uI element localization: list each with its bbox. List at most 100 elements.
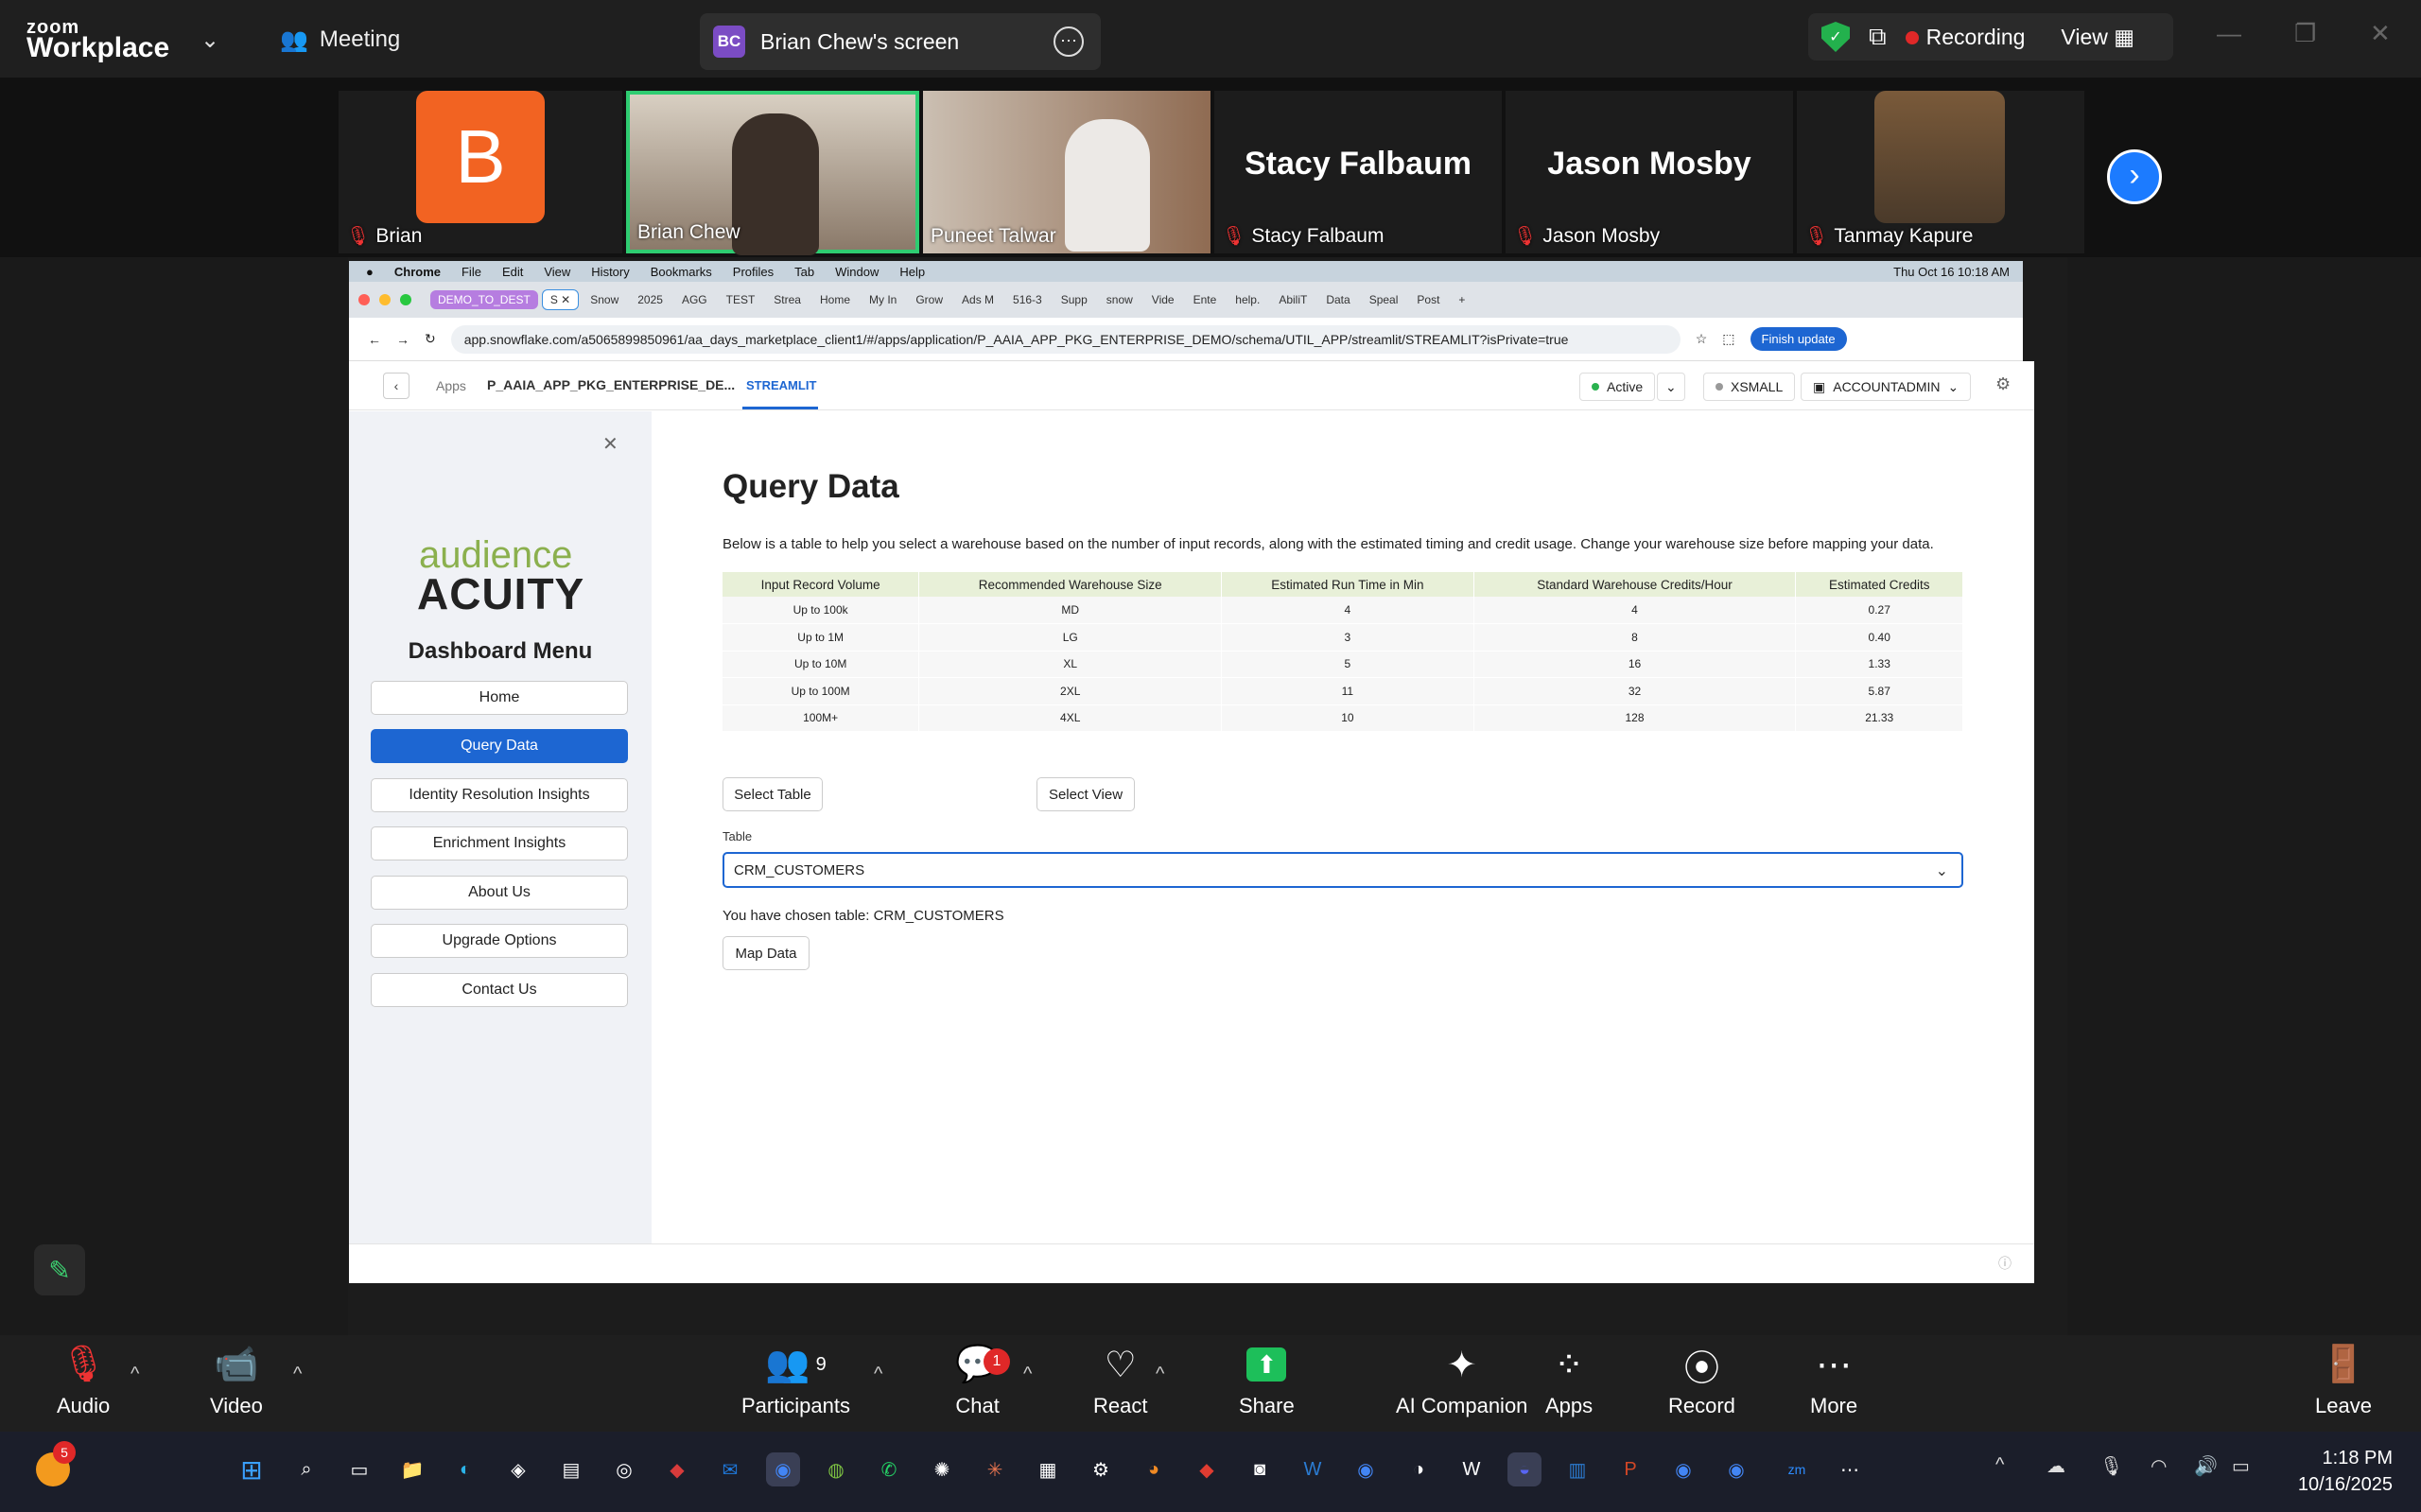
- share-button[interactable]: ⬆ Share: [1239, 1343, 1295, 1418]
- back-button[interactable]: ‹: [383, 373, 409, 399]
- close-sidebar-icon[interactable]: ✕: [602, 432, 618, 456]
- browser-tab[interactable]: Strea: [766, 290, 809, 309]
- word-icon[interactable]: W: [1296, 1452, 1330, 1486]
- menu-help[interactable]: Help: [899, 265, 925, 279]
- chrome-icon[interactable]: ◉: [1666, 1452, 1700, 1486]
- back-arrow-icon[interactable]: ←: [368, 332, 381, 347]
- menu-profiles[interactable]: Profiles: [733, 265, 774, 279]
- participant-tile[interactable]: B 🎙 Brian: [339, 91, 622, 253]
- bookmark-star-icon[interactable]: ☆: [1696, 331, 1708, 347]
- chat-caret-icon[interactable]: ^: [1023, 1364, 1032, 1385]
- browser-tab[interactable]: AGG: [674, 290, 715, 309]
- audio-button[interactable]: 🎙 Audio: [57, 1343, 110, 1418]
- browser-tab[interactable]: Post: [1409, 290, 1447, 309]
- outlook-icon[interactable]: ✉: [713, 1452, 747, 1486]
- discord-icon[interactable]: ◒: [1507, 1452, 1541, 1486]
- store-icon[interactable]: ▤: [554, 1452, 588, 1486]
- participants-caret-icon[interactable]: ^: [874, 1364, 882, 1385]
- react-button[interactable]: ♡ React: [1093, 1343, 1147, 1418]
- app-icon[interactable]: ◆: [1190, 1452, 1224, 1486]
- minimize-window-dot[interactable]: [379, 294, 391, 305]
- browser-tab[interactable]: Vide: [1144, 290, 1182, 309]
- powerpoint-icon[interactable]: P: [1613, 1452, 1647, 1486]
- menu-file[interactable]: File: [462, 265, 481, 279]
- whatsapp-icon[interactable]: ✆: [872, 1452, 906, 1486]
- annotate-pen-icon[interactable]: ✎: [34, 1244, 85, 1295]
- chevron-down-icon[interactable]: ⌄: [200, 26, 219, 54]
- new-tab-icon[interactable]: +: [1451, 290, 1472, 309]
- finish-update-button[interactable]: Finish update: [1750, 327, 1847, 351]
- participant-tile[interactable]: Stacy Falbaum 🎙 Stacy Falbaum: [1214, 91, 1502, 253]
- shared-screen-tab[interactable]: BC Brian Chew's screen ···: [700, 13, 1101, 70]
- participant-tile[interactable]: Jason Mosby 🎙 Jason Mosby: [1506, 91, 1793, 253]
- browser-tab[interactable]: Home: [812, 290, 858, 309]
- close-icon[interactable]: ✕: [2370, 19, 2391, 48]
- app-icon[interactable]: ◍: [819, 1452, 853, 1486]
- file-explorer-icon[interactable]: 📁: [395, 1452, 429, 1486]
- select-view-button[interactable]: Select View: [1036, 777, 1135, 811]
- menu-tab[interactable]: Tab: [794, 265, 814, 279]
- breadcrumb-apps[interactable]: Apps: [436, 378, 466, 393]
- browser-tab[interactable]: Ads M: [954, 290, 1001, 309]
- battery-icon[interactable]: ▭: [2232, 1454, 2250, 1478]
- blender-icon[interactable]: ◕: [1137, 1452, 1171, 1486]
- participant-tile-active-speaker[interactable]: Brian Chew: [626, 91, 919, 255]
- menu-contact-us-button[interactable]: Contact Us: [371, 973, 628, 1007]
- windows-start-icon[interactable]: ⊞: [235, 1452, 269, 1486]
- layout-icon[interactable]: ⧉: [1869, 22, 1887, 52]
- select-table-button[interactable]: Select Table: [723, 777, 823, 811]
- ai-companion-button[interactable]: ✦ AI Companion: [1396, 1343, 1527, 1418]
- menu-bookmarks[interactable]: Bookmarks: [651, 265, 712, 279]
- wifi-icon[interactable]: ◠: [2151, 1454, 2167, 1478]
- browser-tab[interactable]: 2025: [630, 290, 671, 309]
- menu-home-button[interactable]: Home: [371, 681, 628, 715]
- browser-tab[interactable]: TEST: [719, 290, 763, 309]
- menu-identity-resolution-button[interactable]: Identity Resolution Insights: [371, 778, 628, 812]
- browser-tab-active[interactable]: S ✕: [541, 289, 580, 310]
- warehouse-selector[interactable]: XSMALL: [1703, 373, 1796, 401]
- menu-history[interactable]: History: [591, 265, 629, 279]
- recording-indicator[interactable]: Recording: [1905, 25, 2025, 50]
- volume-icon[interactable]: 🔊: [2194, 1454, 2218, 1478]
- role-selector[interactable]: ▣ ACCOUNTADMIN ⌄: [1801, 373, 1972, 401]
- system-clock[interactable]: 1:18 PM 10/16/2025: [2298, 1445, 2393, 1498]
- browser-tab[interactable]: AbiliT: [1271, 290, 1315, 309]
- notepad-icon[interactable]: ▥: [1560, 1452, 1594, 1486]
- participant-tile[interactable]: Puneet Talwar: [923, 91, 1210, 253]
- map-data-button[interactable]: Map Data: [723, 936, 810, 970]
- browser-tab[interactable]: Speal: [1362, 290, 1406, 309]
- video-options-caret-icon[interactable]: ^: [293, 1364, 302, 1385]
- minimize-icon[interactable]: —: [2217, 19, 2241, 48]
- edge-icon[interactable]: ◐: [448, 1452, 482, 1486]
- settings-icon[interactable]: ⚙: [1084, 1452, 1118, 1486]
- chrome-icon[interactable]: ◉: [766, 1452, 800, 1486]
- restore-icon[interactable]: ❐: [2294, 19, 2316, 48]
- table-select[interactable]: CRM_CUSTOMERS ⌄: [723, 852, 1963, 888]
- browser-tab[interactable]: snow: [1099, 290, 1141, 309]
- browser-tab[interactable]: help.: [1228, 290, 1267, 309]
- claude-icon[interactable]: ✳: [978, 1452, 1012, 1486]
- close-window-dot[interactable]: [358, 294, 370, 305]
- browser-tab[interactable]: My In: [862, 290, 904, 309]
- tray-expand-icon[interactable]: ^: [1995, 1454, 2004, 1476]
- apple-icon[interactable]: ●: [366, 265, 374, 279]
- meeting-button[interactable]: 👥 Meeting: [280, 21, 400, 59]
- breadcrumb-package[interactable]: P_AAIA_APP_PKG_ENTERPRISE_DE...: [487, 377, 735, 392]
- leave-button[interactable]: 🚪 Leave: [2315, 1343, 2372, 1418]
- url-field[interactable]: app.snowflake.com/a5065899850961/aa_days…: [450, 324, 1681, 354]
- apps-button[interactable]: ⁘ Apps: [1545, 1343, 1593, 1418]
- browser-tab[interactable]: Supp: [1054, 290, 1095, 309]
- app-icon[interactable]: W: [1454, 1452, 1489, 1486]
- app-icon[interactable]: ◑: [1402, 1452, 1436, 1486]
- browser-tab[interactable]: Ente: [1186, 290, 1225, 309]
- browser-tab[interactable]: Grow: [908, 290, 950, 309]
- more-options-icon[interactable]: ···: [1054, 26, 1084, 57]
- chrome-icon[interactable]: ◉: [1719, 1452, 1753, 1486]
- zoom-window-dot[interactable]: [400, 294, 411, 305]
- security-shield-icon[interactable]: ✓: [1821, 22, 1850, 52]
- app-icon[interactable]: ◆: [660, 1452, 694, 1486]
- chrome-icon[interactable]: ◉: [1349, 1452, 1383, 1486]
- settings-gear-icon[interactable]: ⚙: [1995, 374, 2011, 394]
- onedrive-icon[interactable]: ☁: [2047, 1454, 2065, 1478]
- menu-upgrade-options-button[interactable]: Upgrade Options: [371, 924, 628, 958]
